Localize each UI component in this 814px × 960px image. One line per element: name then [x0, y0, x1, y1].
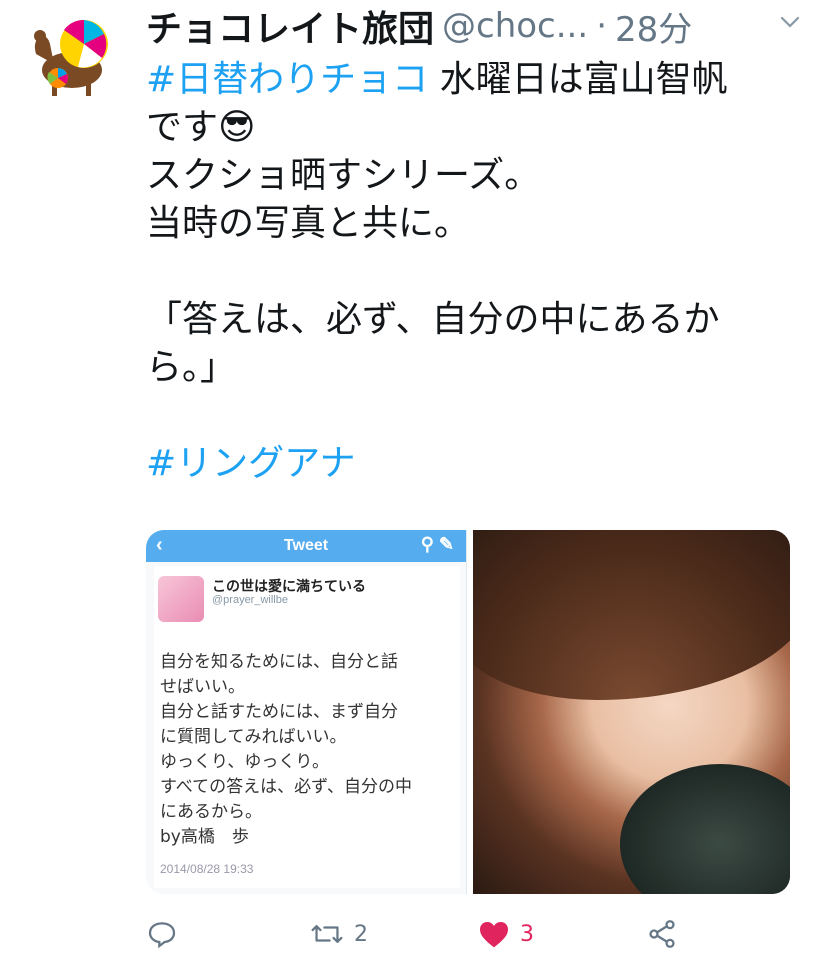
hashtag-link[interactable]: #リングアナ: [146, 443, 355, 484]
screenshot-tweet-text: 自分を知るためには、自分と話 せばいい。 自分と話すためには、まず自分 に質問し…: [160, 650, 456, 850]
screenshot-line: by高橋 歩: [160, 827, 249, 847]
media-grid: ‹ Tweet ⚲ ✎ この世は愛に満ちている @prayer_willbe 自…: [146, 530, 790, 894]
media-image-screenshot[interactable]: ‹ Tweet ⚲ ✎ この世は愛に満ちている @prayer_willbe 自…: [146, 530, 467, 894]
screenshot-user-name: この世は愛に満ちている: [212, 578, 366, 594]
chevron-down-icon[interactable]: [778, 10, 802, 34]
heart-icon: [480, 922, 508, 948]
user-handle[interactable]: @choc...: [442, 6, 588, 46]
screenshot-tweet-card: この世は愛に満ちている @prayer_willbe 自分を知るためには、自分と…: [154, 566, 460, 888]
screenshot-line: にあるから。: [160, 802, 262, 822]
tweet-text-line: 当時の写真と共に。: [146, 203, 471, 244]
media-image-photo[interactable]: [473, 530, 790, 894]
screenshot-line: すべての答えは、必ず、自分の中: [160, 777, 412, 797]
screenshot-line: せばいい。: [160, 677, 245, 697]
retweet-button[interactable]: 2: [310, 918, 368, 950]
screenshot-navbar: ‹ Tweet ⚲ ✎: [146, 530, 466, 562]
share-button[interactable]: [646, 918, 678, 950]
search-compose-icon: ⚲ ✎: [420, 534, 454, 554]
share-icon: [649, 920, 675, 948]
hashtag-link[interactable]: #日替わりチョコ: [146, 59, 428, 100]
screenshot-line: に質問してみればいい。: [160, 727, 347, 747]
header-separator: ·: [596, 6, 607, 46]
tweet-header: チョコレイト旅団 @choc... · 28分: [146, 2, 796, 51]
display-name[interactable]: チョコレイト旅団: [146, 0, 434, 52]
screenshot-line: 自分と話すためには、まず自分: [160, 702, 398, 722]
tweet-body: #日替わりチョコ 水曜日は富山智帆 です😎 スクショ晒すシリーズ。 当時の写真と…: [146, 56, 796, 488]
timestamp[interactable]: 28分: [615, 2, 692, 51]
avatar[interactable]: [28, 14, 112, 98]
screenshot-date: 2014/08/28 19:33: [160, 862, 254, 876]
tweet-text-line: です: [146, 107, 219, 148]
back-chevron-icon: ‹: [156, 534, 163, 556]
tweet-text-line: スクショ晒すシリーズ。: [146, 155, 541, 196]
tweet-text-line: 「答えは、必ず、自分の中にあるか: [146, 299, 720, 340]
screenshot-line: 自分を知るためには、自分と話: [160, 652, 398, 672]
screenshot-user-handle: @prayer_willbe: [212, 594, 288, 606]
screenshot-avatar: [158, 576, 204, 622]
reply-icon: [148, 922, 176, 949]
photo-hair-shape: [473, 530, 790, 700]
retweet-count: 2: [354, 921, 368, 947]
camel-logo-icon: [34, 19, 108, 96]
tweet-text-line: 水曜日は富山智帆: [428, 59, 728, 100]
like-button[interactable]: 3: [478, 919, 534, 949]
sunglasses-emoji: 😎: [218, 107, 256, 148]
reply-button[interactable]: [146, 918, 178, 950]
photo-scarf-shape: [620, 764, 790, 894]
screenshot-line: ゆっくり、ゆっくり。: [160, 752, 329, 772]
retweet-icon: [311, 925, 343, 943]
screenshot-bar-title: Tweet: [283, 537, 329, 554]
tweet-text-line: ら。」: [146, 347, 237, 388]
tweet-actions: 2 3: [146, 910, 796, 958]
like-count: 3: [520, 921, 534, 947]
